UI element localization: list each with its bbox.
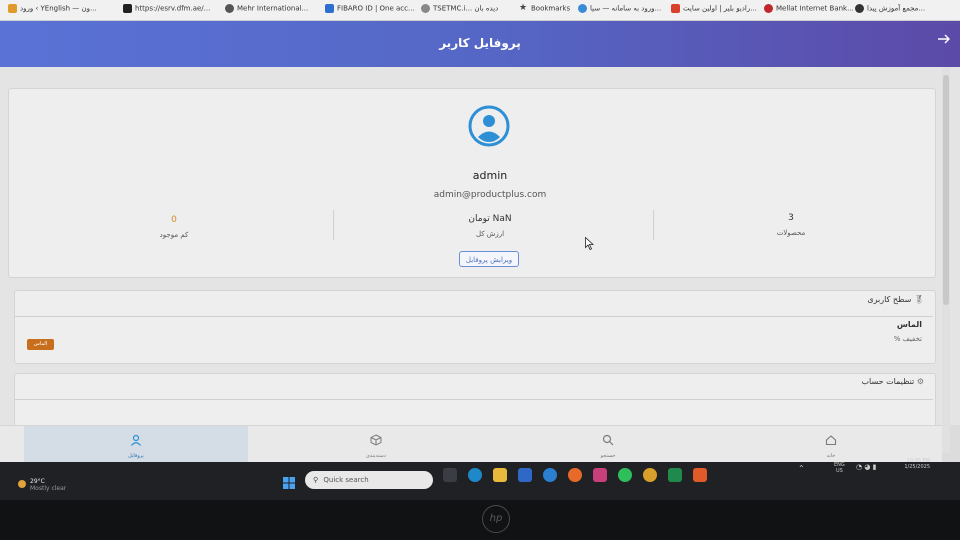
hp-logo-icon: hp — [482, 505, 510, 533]
page-title: پروفایل کاربر — [439, 36, 521, 50]
stat-total-label: ارزش کل — [475, 230, 505, 238]
stat-products-label: محصولات — [776, 229, 806, 237]
user-avatar-icon — [468, 105, 510, 147]
laptop-bezel — [0, 500, 960, 540]
bookmarks-bar: ورود ‹ YEnglish — ون... https://esrv.dfm… — [0, 0, 960, 21]
user-icon — [24, 434, 248, 449]
bookmark-item[interactable]: Mellat Internet Bank... — [764, 4, 854, 13]
globe-icon — [225, 4, 234, 13]
mouse-cursor-icon — [585, 235, 595, 254]
windows-taskbar — [0, 462, 960, 500]
stat-products-value: 3 — [788, 213, 794, 223]
whatsapp-icon[interactable] — [618, 468, 632, 482]
bookmark-item[interactable]: رادیو بلیر | اولین سایت... — [671, 4, 757, 13]
stat-low-stock-value: 0 — [171, 215, 177, 225]
nav-item-categories[interactable]: دسته‌بندی — [264, 426, 488, 466]
weather-temp: 29°C — [30, 478, 45, 485]
profile-email: admin@productplus.com — [433, 190, 547, 200]
bookmark-icon — [671, 4, 680, 13]
start-icon[interactable] — [283, 474, 295, 489]
browser-screen: ورود ‹ YEnglish — ون... https://esrv.dfm… — [0, 0, 960, 500]
bank-icon — [764, 4, 773, 13]
user-level-card — [14, 290, 936, 364]
star-icon: ★ — [519, 3, 528, 13]
page-scrollbar[interactable] — [942, 67, 950, 453]
edit-profile-button[interactable]: ویرایش پروفایل — [459, 251, 519, 267]
chrome-icon[interactable] — [643, 468, 657, 482]
nav-label: پروفایل — [128, 453, 144, 459]
medal-icon: 🏅︎ — [913, 295, 924, 304]
file-explorer-icon[interactable] — [493, 468, 507, 482]
bookmark-icon — [855, 4, 864, 13]
bookmark-item[interactable]: TSETMC.i... دیده بان — [421, 4, 498, 13]
app-icon[interactable] — [693, 468, 707, 482]
weather-widget[interactable]: 29°C Mostly clear — [30, 478, 66, 492]
taskbar-search[interactable]: ⚲ Quick search — [305, 471, 433, 489]
fibaro-icon — [325, 4, 334, 13]
firefox-icon[interactable] — [568, 468, 582, 482]
nav-item-search[interactable]: جستجو — [496, 426, 720, 466]
nav-label: جستجو — [600, 453, 616, 459]
bookmark-item[interactable]: Mehr International... — [225, 4, 308, 13]
profile-username: admin — [472, 169, 508, 182]
level-name: الماس — [896, 320, 922, 329]
search-icon — [496, 434, 720, 449]
wrench-icon: ⚙ — [916, 377, 924, 386]
bookmark-icon — [123, 4, 132, 13]
user-level-title: 🏅︎ سطح کاربری — [867, 295, 924, 304]
bookmark-item[interactable]: ★ Bookmarks — [519, 4, 570, 13]
search-placeholder: Quick search — [323, 476, 369, 484]
taskbar-clock[interactable]: 10:05 PM 1/25/2025 — [870, 458, 930, 470]
bookmark-item[interactable]: https://esrv.dfm.ae/... — [123, 4, 210, 13]
bottom-navigation: پروفایل دسته‌بندی جستجو خانه — [0, 425, 942, 466]
app-header: پروفایل کاربر — [0, 21, 960, 67]
instagram-icon[interactable] — [593, 468, 607, 482]
bookmark-icon — [8, 4, 17, 13]
weather-desc: Mostly clear — [30, 485, 67, 492]
edge-icon[interactable] — [468, 468, 482, 482]
tray-chevron-icon[interactable]: ⌃ — [798, 464, 805, 473]
nav-item-profile[interactable]: پروفایل — [24, 426, 248, 466]
excel-icon[interactable] — [668, 468, 682, 482]
help-icon[interactable] — [543, 468, 557, 482]
section-divider — [15, 399, 933, 400]
weather-icon — [18, 480, 26, 488]
stat-total-value: NaN تومان — [468, 214, 512, 224]
search-icon: ⚲ — [313, 476, 319, 484]
globe-icon — [421, 4, 430, 13]
scrollbar-thumb[interactable] — [943, 75, 949, 305]
box-icon — [264, 434, 488, 449]
bookmark-item[interactable]: ورود به سامانه — سیا... — [578, 4, 661, 13]
nav-label: دسته‌بندی — [365, 453, 387, 459]
arrow-right-icon[interactable] — [934, 32, 954, 52]
task-view-icon[interactable] — [443, 468, 457, 482]
stat-low-stock-label: کم موجود — [159, 231, 189, 239]
level-discount: تخفیف % — [893, 335, 922, 343]
bookmark-item[interactable]: مجمع آموزش پیدا... — [855, 4, 925, 13]
tray-language[interactable]: ENG US — [834, 462, 845, 474]
account-settings-title: ⚙ تنظیمات حساب — [861, 377, 924, 386]
section-divider — [15, 316, 933, 317]
bookmark-item[interactable]: ورود ‹ YEnglish — ون... — [8, 4, 97, 13]
stats-divider — [333, 210, 334, 240]
store-icon[interactable] — [518, 468, 532, 482]
bookmark-icon — [578, 4, 587, 13]
home-icon — [720, 434, 942, 449]
bookmark-item[interactable]: FIBARO ID | One acc... — [325, 4, 415, 13]
stats-divider — [653, 210, 654, 240]
level-badge: الماس — [27, 339, 54, 350]
